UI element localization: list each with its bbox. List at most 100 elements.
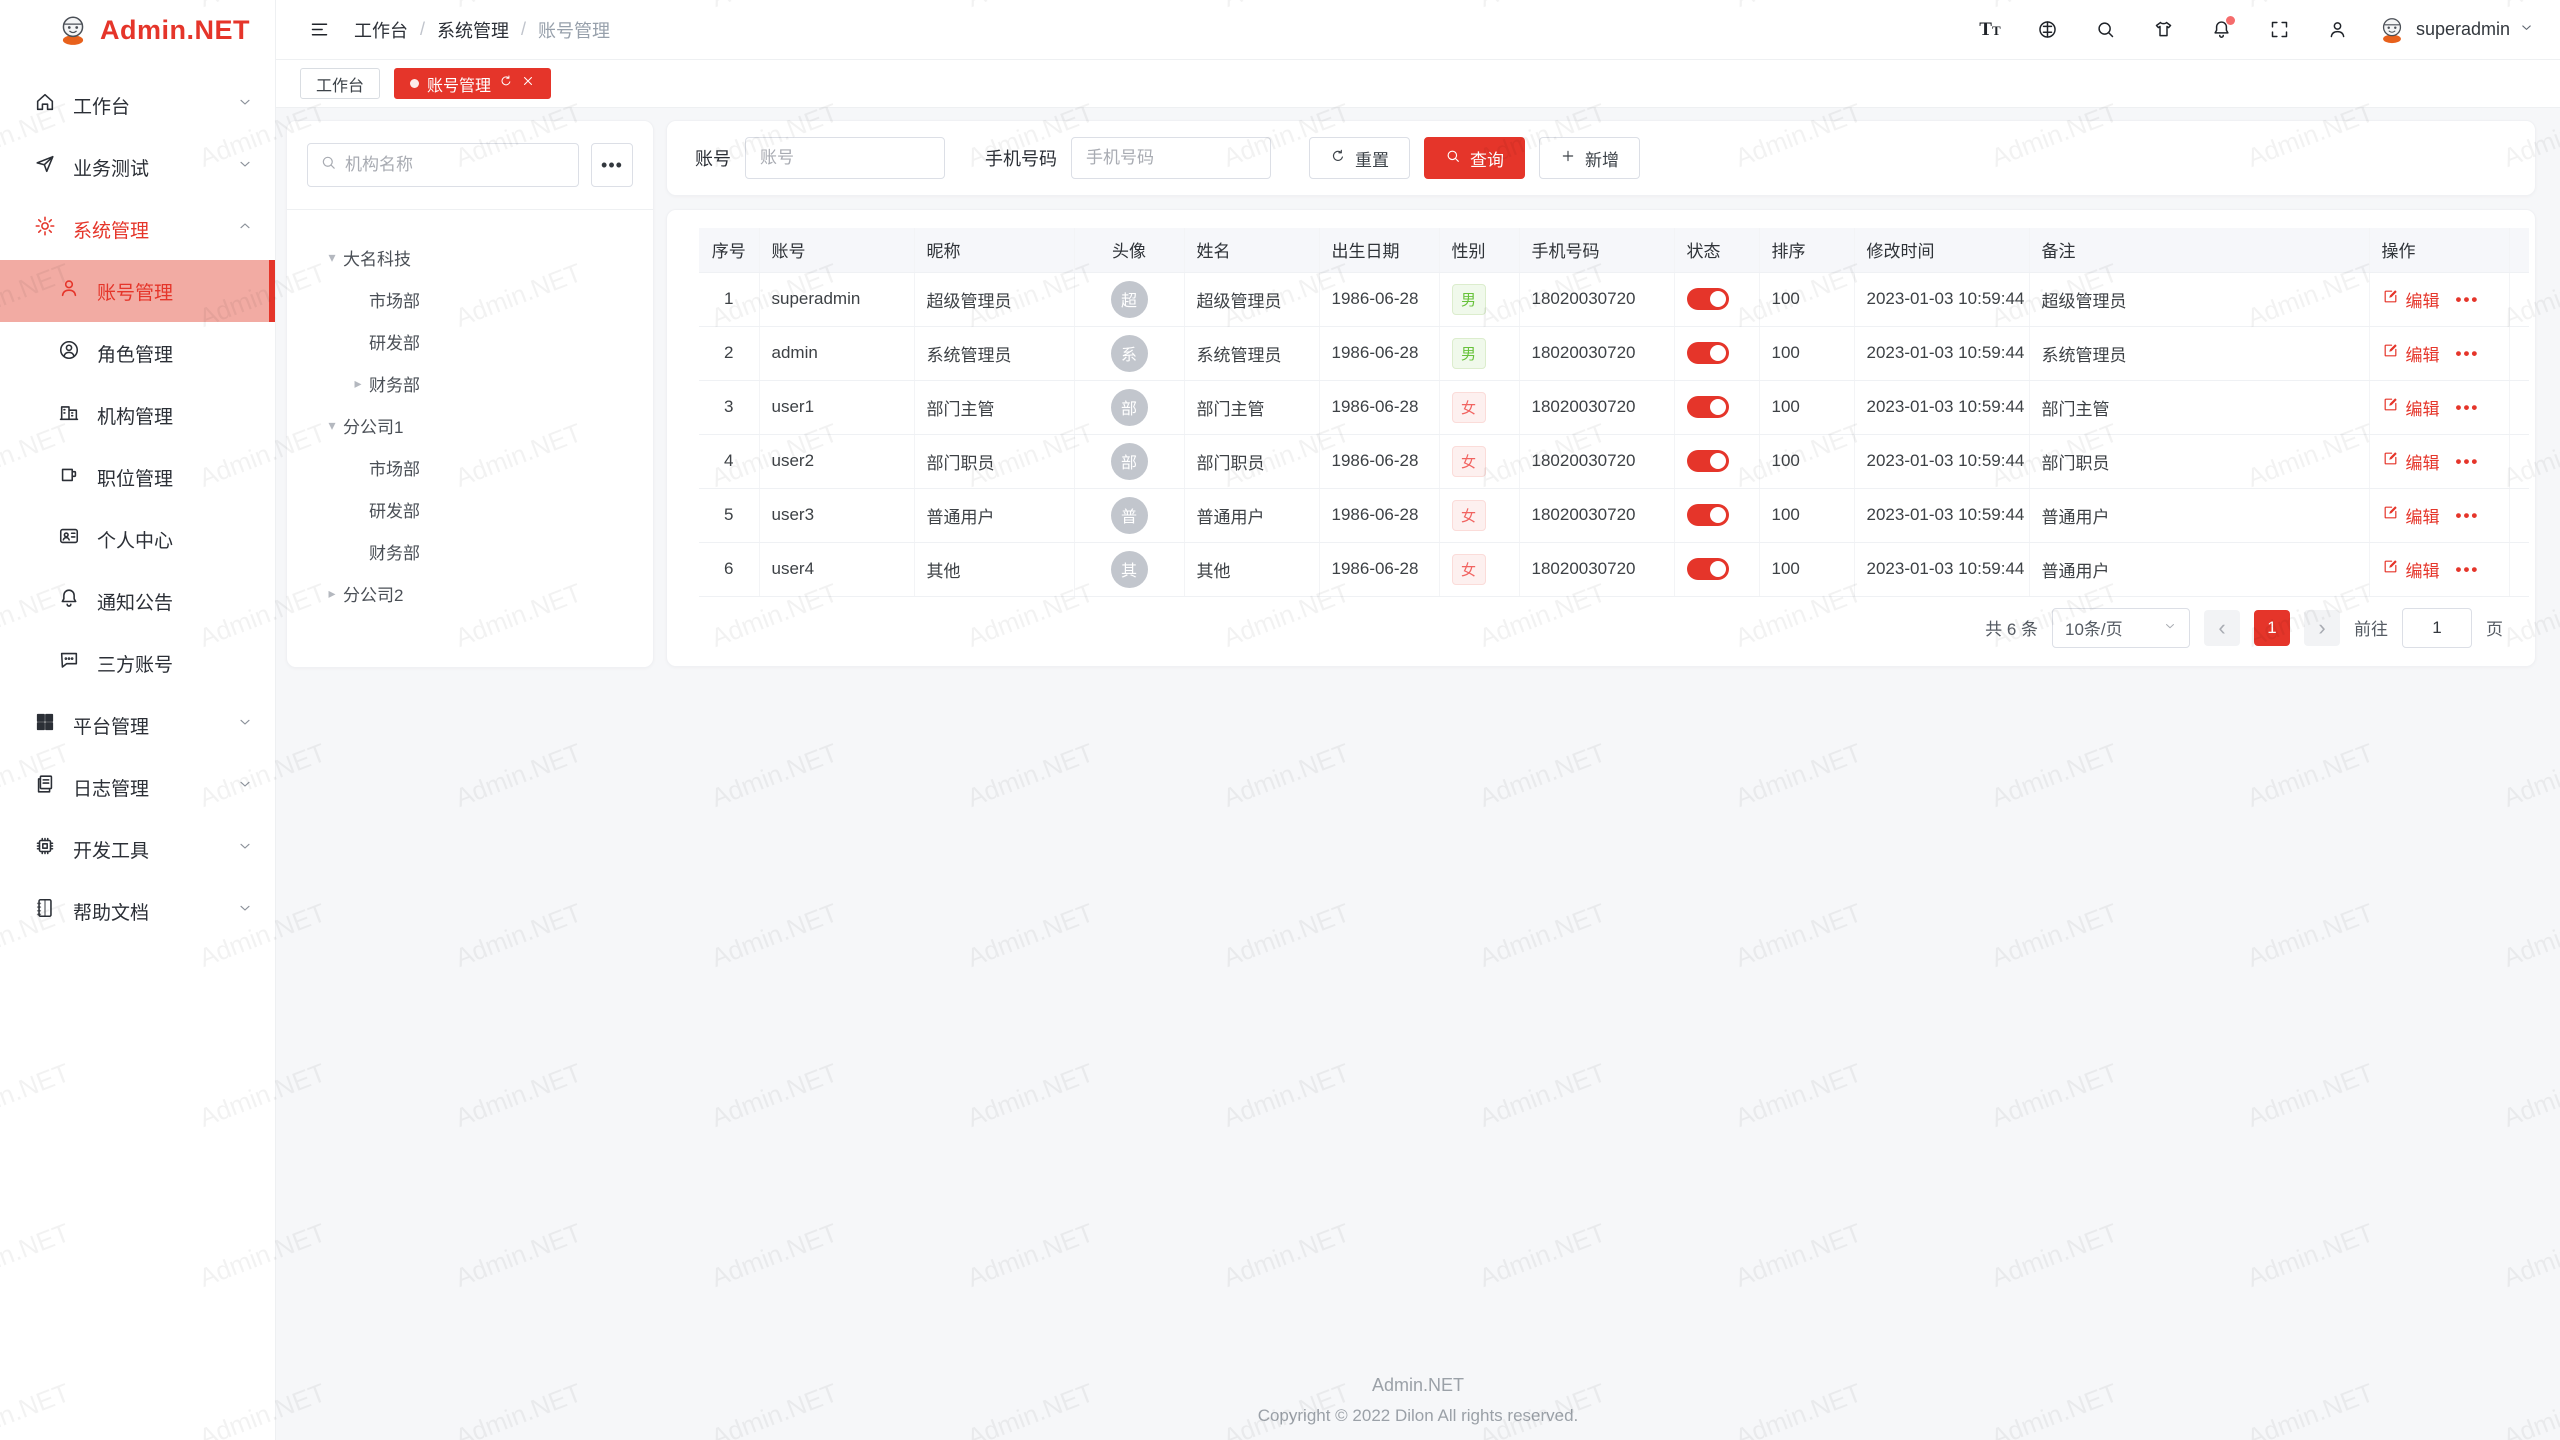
- sidebar-item-grid[interactable]: 平台管理: [0, 694, 275, 756]
- edit-button[interactable]: 编辑: [2382, 503, 2440, 528]
- reset-button[interactable]: 重置: [1309, 137, 1410, 179]
- goto-page-input[interactable]: [2402, 608, 2472, 648]
- avatar: 系: [1111, 335, 1148, 372]
- cell-phone: 18020030720: [1519, 326, 1674, 380]
- add-button[interactable]: 新增: [1539, 137, 1640, 179]
- edit-button[interactable]: 编辑: [2382, 395, 2440, 420]
- tab-账号管理[interactable]: 账号管理: [394, 68, 551, 99]
- tree-caret-icon[interactable]: ▸: [321, 585, 343, 602]
- watermark-text: Admin.NET: [1219, 1057, 1354, 1134]
- watermark-text: Admin.NET: [451, 897, 586, 974]
- more-actions-button[interactable]: •••: [2456, 452, 2480, 471]
- edit-button[interactable]: 编辑: [2382, 449, 2440, 474]
- sidebar-item-role[interactable]: 角色管理: [0, 322, 275, 384]
- org-search-input[interactable]: [345, 155, 566, 175]
- sidebar-item-log[interactable]: 日志管理: [0, 756, 275, 818]
- edit-button[interactable]: 编辑: [2382, 557, 2440, 582]
- logo-mascot-icon: [56, 13, 90, 47]
- breadcrumb-item-system[interactable]: 系统管理: [437, 17, 509, 43]
- sidebar-item-book[interactable]: 帮助文档: [0, 880, 275, 942]
- tree-caret-icon[interactable]: ▾: [321, 249, 343, 266]
- more-actions-button[interactable]: •••: [2456, 344, 2480, 363]
- column-header: 操作: [2369, 228, 2509, 272]
- chevron-up-icon: [237, 218, 253, 240]
- sidebar-item-send[interactable]: 业务测试: [0, 136, 275, 198]
- sidebar-item-bell[interactable]: 通知公告: [0, 570, 275, 632]
- sidebar-item-user[interactable]: 账号管理: [0, 260, 275, 322]
- profile-icon[interactable]: [2321, 13, 2355, 47]
- sidebar-item-org[interactable]: 机构管理: [0, 384, 275, 446]
- status-toggle[interactable]: [1687, 450, 1729, 472]
- cell-sort: 100: [1759, 542, 1854, 596]
- page-size-select[interactable]: 10条/页: [2052, 608, 2190, 648]
- search-icon[interactable]: [2089, 13, 2123, 47]
- tree-node-分公司1[interactable]: ▾分公司1: [307, 404, 633, 446]
- font-size-icon[interactable]: TT: [1973, 13, 2007, 47]
- gender-badge: 女: [1452, 500, 1486, 531]
- plus-icon: [1560, 148, 1576, 169]
- notification-icon[interactable]: [2205, 13, 2239, 47]
- tree-node-研发部[interactable]: 研发部: [307, 488, 633, 530]
- chevron-down-icon: [237, 838, 253, 860]
- status-toggle[interactable]: [1687, 288, 1729, 310]
- sidebar-item-chip[interactable]: 开发工具: [0, 818, 275, 880]
- cell-index: 1: [699, 272, 759, 326]
- breadcrumb-item-workbench[interactable]: 工作台: [354, 17, 408, 43]
- watermark-text: Admin.NET: [1475, 1057, 1610, 1134]
- app-logo[interactable]: Admin.NET: [0, 0, 275, 60]
- cell-modified: 2023-01-03 10:59:44: [1854, 380, 2029, 434]
- watermark-text: Admin.NET: [963, 897, 1098, 974]
- watermark-text: Admin.NET: [2499, 897, 2560, 974]
- tree-node-大名科技[interactable]: ▾大名科技: [307, 236, 633, 278]
- next-page-button[interactable]: ›: [2304, 610, 2340, 646]
- phone-input[interactable]: [1071, 137, 1271, 179]
- page-1-button[interactable]: 1: [2254, 610, 2290, 646]
- cell-status: [1674, 380, 1759, 434]
- tab-工作台[interactable]: 工作台: [300, 68, 380, 99]
- sidebar-item-position[interactable]: 职位管理: [0, 446, 275, 508]
- cell-phone: 18020030720: [1519, 272, 1674, 326]
- sidebar-item-home[interactable]: 工作台: [0, 74, 275, 136]
- sidebar-item-gear[interactable]: 系统管理: [0, 198, 275, 260]
- tree-node-市场部[interactable]: 市场部: [307, 278, 633, 320]
- grid-icon: [34, 711, 56, 739]
- close-icon[interactable]: [521, 74, 535, 93]
- org-search-field[interactable]: [307, 143, 579, 187]
- cell-status: [1674, 434, 1759, 488]
- status-toggle[interactable]: [1687, 558, 1729, 580]
- status-toggle[interactable]: [1687, 396, 1729, 418]
- cell-name: 普通用户: [1184, 488, 1319, 542]
- fullscreen-icon[interactable]: [2263, 13, 2297, 47]
- language-icon[interactable]: [2031, 13, 2065, 47]
- cell-birth: 1986-06-28: [1319, 434, 1439, 488]
- tree-node-财务部[interactable]: ▸财务部: [307, 362, 633, 404]
- more-actions-button[interactable]: •••: [2456, 560, 2480, 579]
- tree-more-button[interactable]: •••: [591, 143, 633, 187]
- tree-node-研发部[interactable]: 研发部: [307, 320, 633, 362]
- tree-node-市场部[interactable]: 市场部: [307, 446, 633, 488]
- profile-icon: [58, 525, 80, 553]
- more-actions-button[interactable]: •••: [2456, 506, 2480, 525]
- account-input[interactable]: [745, 137, 945, 179]
- more-actions-button[interactable]: •••: [2456, 398, 2480, 417]
- status-toggle[interactable]: [1687, 504, 1729, 526]
- edit-button[interactable]: 编辑: [2382, 287, 2440, 312]
- refresh-icon[interactable]: [499, 74, 513, 93]
- tree-node-分公司2[interactable]: ▸分公司2: [307, 572, 633, 614]
- edit-button[interactable]: 编辑: [2382, 341, 2440, 366]
- more-actions-button[interactable]: •••: [2456, 290, 2480, 309]
- tree-node-财务部[interactable]: 财务部: [307, 530, 633, 572]
- tree-caret-icon[interactable]: ▸: [347, 375, 369, 392]
- theme-icon[interactable]: [2147, 13, 2181, 47]
- sidebar-item-chat[interactable]: 三方账号: [0, 632, 275, 694]
- cell-gender: 女: [1439, 434, 1519, 488]
- status-toggle[interactable]: [1687, 342, 1729, 364]
- collapse-menu-icon[interactable]: [302, 13, 336, 47]
- watermark-text: Admin.NET: [2499, 1217, 2560, 1294]
- prev-page-button[interactable]: ‹: [2204, 610, 2240, 646]
- user-menu[interactable]: superadmin: [2377, 15, 2534, 45]
- tree-caret-icon[interactable]: ▾: [321, 417, 343, 434]
- search-button[interactable]: 查询: [1424, 137, 1525, 179]
- cell-avatar: 系: [1074, 326, 1184, 380]
- sidebar-item-profile[interactable]: 个人中心: [0, 508, 275, 570]
